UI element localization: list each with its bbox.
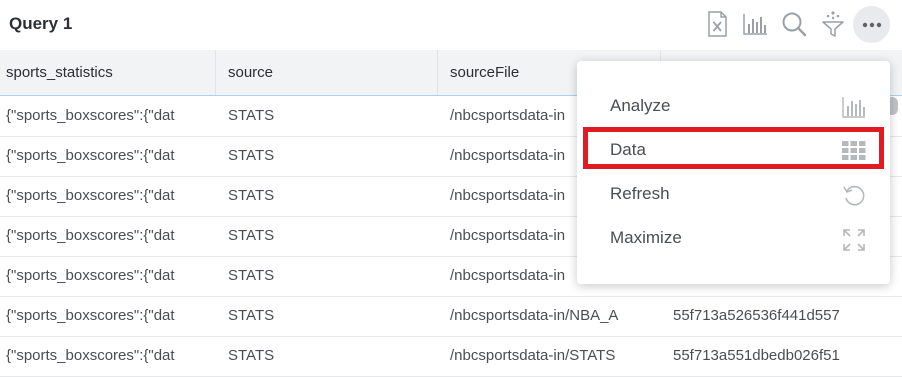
table-cell: 55f713a526536f441d557 — [673, 307, 840, 324]
menu-item-analyze[interactable]: Analyze — [577, 84, 890, 128]
table-cell: STATS — [228, 307, 275, 324]
table-cell: STATS — [228, 347, 275, 364]
table-cell: STATS — [228, 147, 275, 164]
table-cell: {"sports_boxscores":{"dat — [6, 187, 175, 204]
table-row[interactable]: {"sports_boxscores":{"dat STATS/nbcsports… — [0, 296, 902, 337]
table-cell: {"sports_boxscores":{"dat — [6, 267, 175, 284]
menu-item-label: Analyze — [610, 96, 671, 115]
chart-icon[interactable] — [741, 10, 769, 38]
table-row[interactable]: {"sports_boxscores":{"dat STATS/nbcsports… — [0, 336, 902, 377]
menu-item-label: Maximize — [610, 228, 682, 247]
refresh-icon — [842, 184, 865, 206]
table-cell: STATS — [228, 227, 275, 244]
table-cell: {"sports_boxscores":{"dat — [6, 347, 175, 364]
table-cell: /nbcsportsdata-in/STATS — [450, 347, 616, 364]
data-highlight-box — [583, 127, 884, 169]
table-cell: {"sports_boxscores":{"dat — [6, 107, 175, 124]
table-cell: {"sports_boxscores":{"dat — [6, 227, 175, 244]
table-cell: 55f713a551dbedb026f51 — [673, 347, 840, 364]
maximize-icon — [842, 228, 865, 251]
menu-item-refresh[interactable]: Refresh — [577, 172, 890, 216]
query-title: Query 1 — [9, 14, 73, 33]
column-header-source[interactable]: source — [228, 50, 438, 95]
table-cell: STATS — [228, 267, 275, 284]
table-cell: {"sports_boxscores":{"dat — [6, 147, 175, 164]
panel-header: Query 1 — [0, 0, 902, 50]
table-cell: STATS — [228, 187, 275, 204]
table-cell: /nbcsportsdata-in/NBA_A — [450, 307, 619, 324]
column-header-sports-statistics[interactable]: sports_statistics — [6, 50, 216, 95]
excel-export-icon[interactable] — [703, 10, 731, 38]
bar-chart-icon — [842, 96, 865, 118]
column-divider — [437, 50, 438, 95]
more-options-menu: Analyze Data Refresh Maximize — [577, 61, 890, 284]
table-cell: {"sports_boxscores":{"dat — [6, 307, 175, 324]
ai-sparkle-icon[interactable] — [819, 10, 847, 38]
column-divider — [215, 50, 216, 95]
more-options-button[interactable] — [853, 6, 890, 43]
more-options-icon — [862, 22, 881, 27]
search-icon[interactable] — [780, 10, 808, 38]
menu-item-label: Refresh — [610, 184, 670, 203]
table-cell: STATS — [228, 107, 275, 124]
menu-item-maximize[interactable]: Maximize — [577, 216, 890, 260]
